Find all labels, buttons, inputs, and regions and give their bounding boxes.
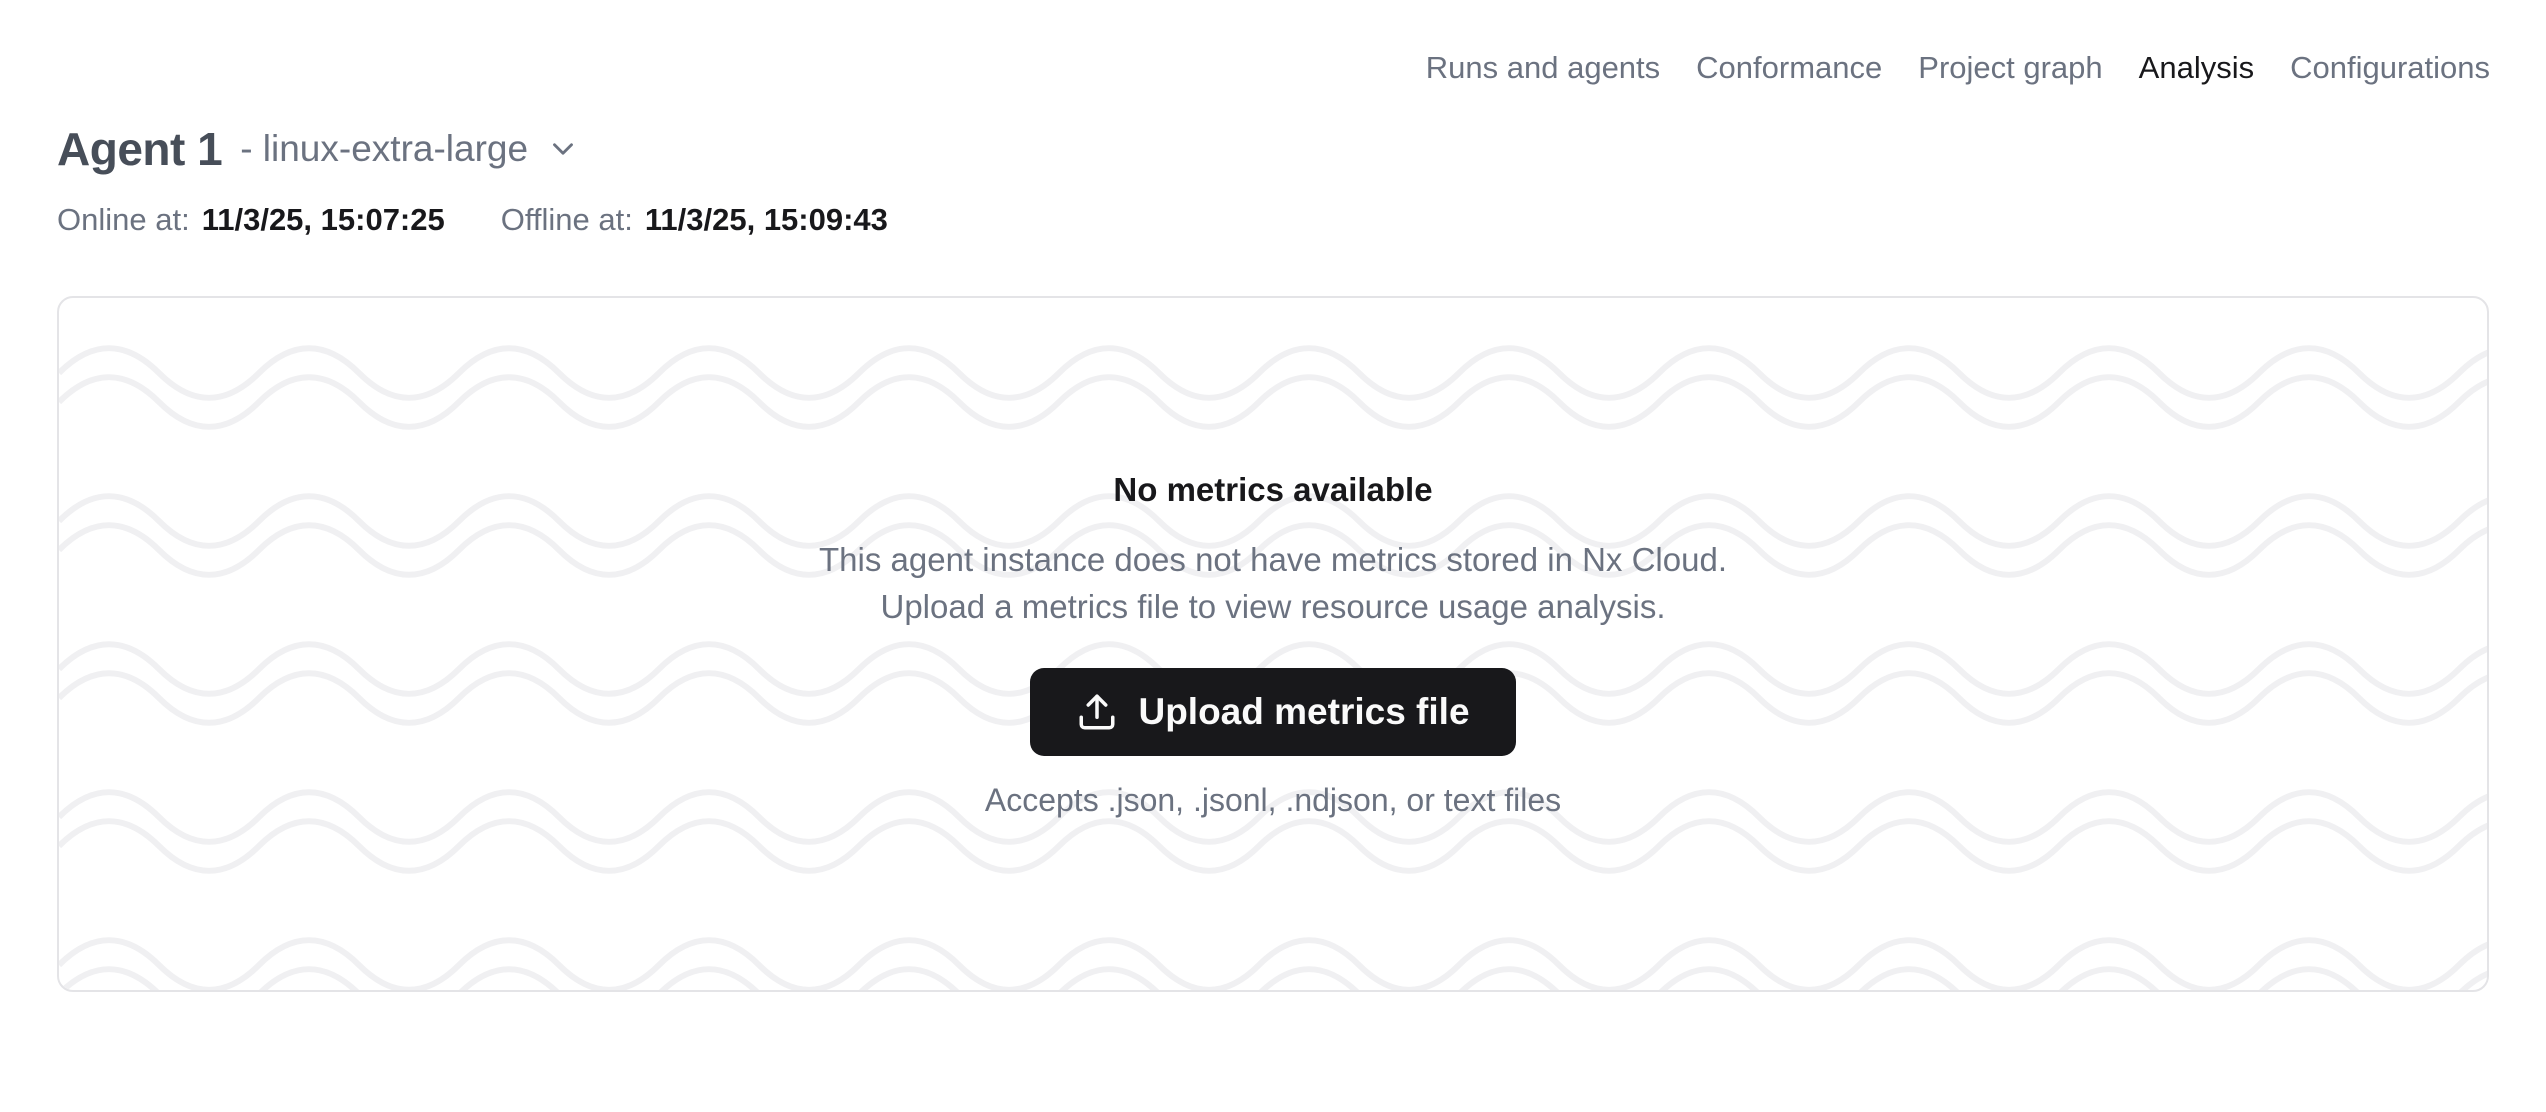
metrics-empty-card: No metrics available This agent instance… bbox=[57, 296, 2489, 992]
offline-value: 11/3/25, 15:09:43 bbox=[645, 200, 888, 240]
empty-state: No metrics available This agent instance… bbox=[59, 298, 2487, 990]
top-nav: Runs and agents Conformance Project grap… bbox=[0, 0, 2546, 86]
nav-item-project-graph[interactable]: Project graph bbox=[1918, 50, 2102, 86]
nav-item-conformance[interactable]: Conformance bbox=[1696, 50, 1882, 86]
agent-header: Agent 1 - linux-extra-large Online at: 1… bbox=[0, 122, 2546, 240]
chevron-down-icon bbox=[546, 132, 580, 166]
online-label: Online at: bbox=[57, 200, 190, 240]
page-title: Agent 1 bbox=[57, 122, 222, 176]
agent-selector-toggle[interactable] bbox=[546, 132, 580, 166]
offline-label: Offline at: bbox=[501, 200, 633, 240]
online-time: Online at: 11/3/25, 15:07:25 bbox=[57, 200, 445, 240]
empty-state-description-line2: Upload a metrics file to view resource u… bbox=[880, 583, 1665, 630]
empty-state-description-line1: This agent instance does not have metric… bbox=[819, 536, 1727, 583]
agent-times-row: Online at: 11/3/25, 15:07:25 Offline at:… bbox=[57, 200, 2489, 240]
nav-item-analysis[interactable]: Analysis bbox=[2139, 50, 2254, 86]
upload-icon bbox=[1076, 691, 1118, 733]
agent-launch-template: - linux-extra-large bbox=[240, 128, 528, 170]
upload-button-label: Upload metrics file bbox=[1138, 691, 1469, 733]
empty-state-heading: No metrics available bbox=[1113, 470, 1432, 510]
online-value: 11/3/25, 15:07:25 bbox=[202, 200, 445, 240]
accepted-file-types: Accepts .json, .jsonl, .ndjson, or text … bbox=[985, 782, 1561, 819]
offline-time: Offline at: 11/3/25, 15:09:43 bbox=[501, 200, 888, 240]
agent-title-row: Agent 1 - linux-extra-large bbox=[57, 122, 2489, 176]
nav-item-runs-and-agents[interactable]: Runs and agents bbox=[1426, 50, 1660, 86]
agent-analysis-page: Runs and agents Conformance Project grap… bbox=[0, 0, 2546, 1112]
nav-item-configurations[interactable]: Configurations bbox=[2290, 50, 2490, 86]
upload-metrics-file-button[interactable]: Upload metrics file bbox=[1030, 668, 1515, 756]
